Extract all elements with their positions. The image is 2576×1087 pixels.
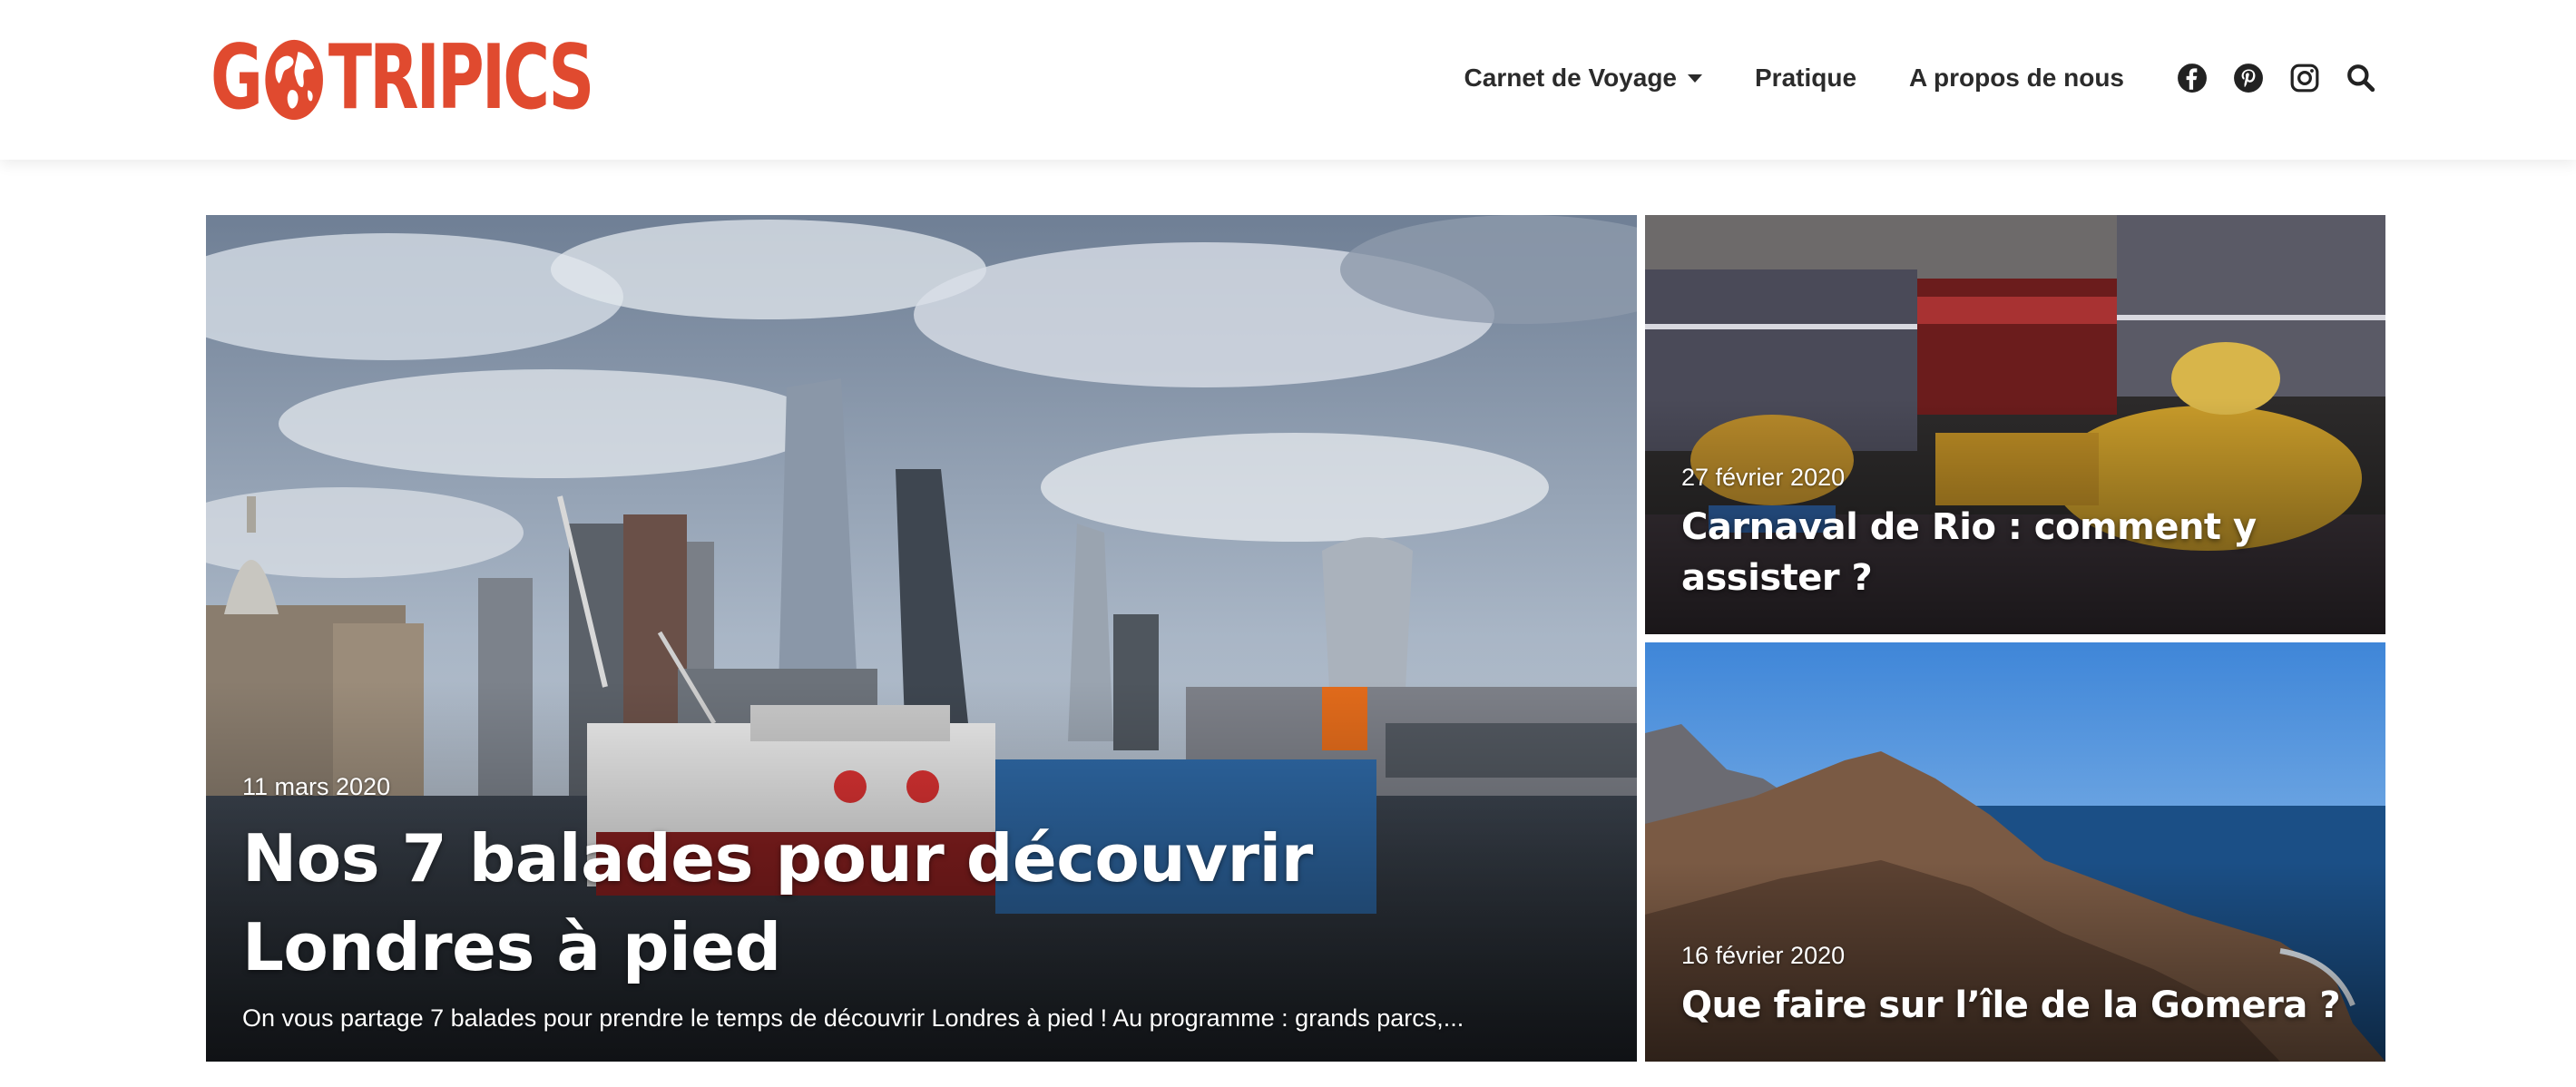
article-date: 11 mars 2020 bbox=[242, 773, 391, 800]
instagram-icon[interactable] bbox=[2289, 63, 2320, 93]
article-date: 16 février 2020 bbox=[1681, 942, 1846, 969]
article-card-gomera[interactable]: 16 février 2020 Que faire sur l’île de l… bbox=[1645, 642, 2385, 1062]
article-excerpt: On vous partage 7 balades pour prendre l… bbox=[242, 1004, 1464, 1032]
nav-label: A propos de nous bbox=[1909, 64, 2124, 92]
social-icons bbox=[2177, 63, 2376, 93]
nav-pratique[interactable]: Pratique bbox=[1755, 64, 1856, 93]
site-header: G TRIPICS Carnet de Voyage Pratique A pr… bbox=[0, 0, 2576, 160]
main-nav: Carnet de Voyage Pratique A propos de no… bbox=[1464, 54, 2376, 102]
nav-a-propos[interactable]: A propos de nous bbox=[1909, 64, 2124, 93]
nav-label: Pratique bbox=[1755, 64, 1857, 92]
article-date: 27 février 2020 bbox=[1681, 464, 1846, 491]
article-title[interactable]: Carnaval de Rio : comment y assister ? bbox=[1681, 502, 2353, 603]
article-title[interactable]: Nos 7 balades pour découvrir Londres à p… bbox=[242, 814, 1603, 992]
pinterest-icon[interactable] bbox=[2233, 63, 2264, 93]
facebook-icon[interactable] bbox=[2177, 63, 2208, 93]
article-title[interactable]: Que faire sur l’île de la Gomera ? bbox=[1681, 980, 2371, 1031]
nav-carnet-de-voyage[interactable]: Carnet de Voyage bbox=[1464, 64, 1702, 93]
chevron-down-icon bbox=[1688, 73, 1702, 83]
article-card-rio[interactable]: 27 février 2020 Carnaval de Rio : commen… bbox=[1645, 215, 2385, 634]
logo-text-end: TRIPICS bbox=[328, 26, 594, 130]
logo-text-start: G bbox=[211, 26, 263, 130]
globe-icon bbox=[263, 36, 326, 123]
featured-article-card[interactable]: 11 mars 2020 Nos 7 balades pour découvri… bbox=[206, 215, 1637, 1062]
site-logo[interactable]: G TRIPICS bbox=[211, 26, 594, 130]
nav-label: Carnet de Voyage bbox=[1464, 64, 1677, 92]
search-icon[interactable] bbox=[2346, 63, 2376, 93]
